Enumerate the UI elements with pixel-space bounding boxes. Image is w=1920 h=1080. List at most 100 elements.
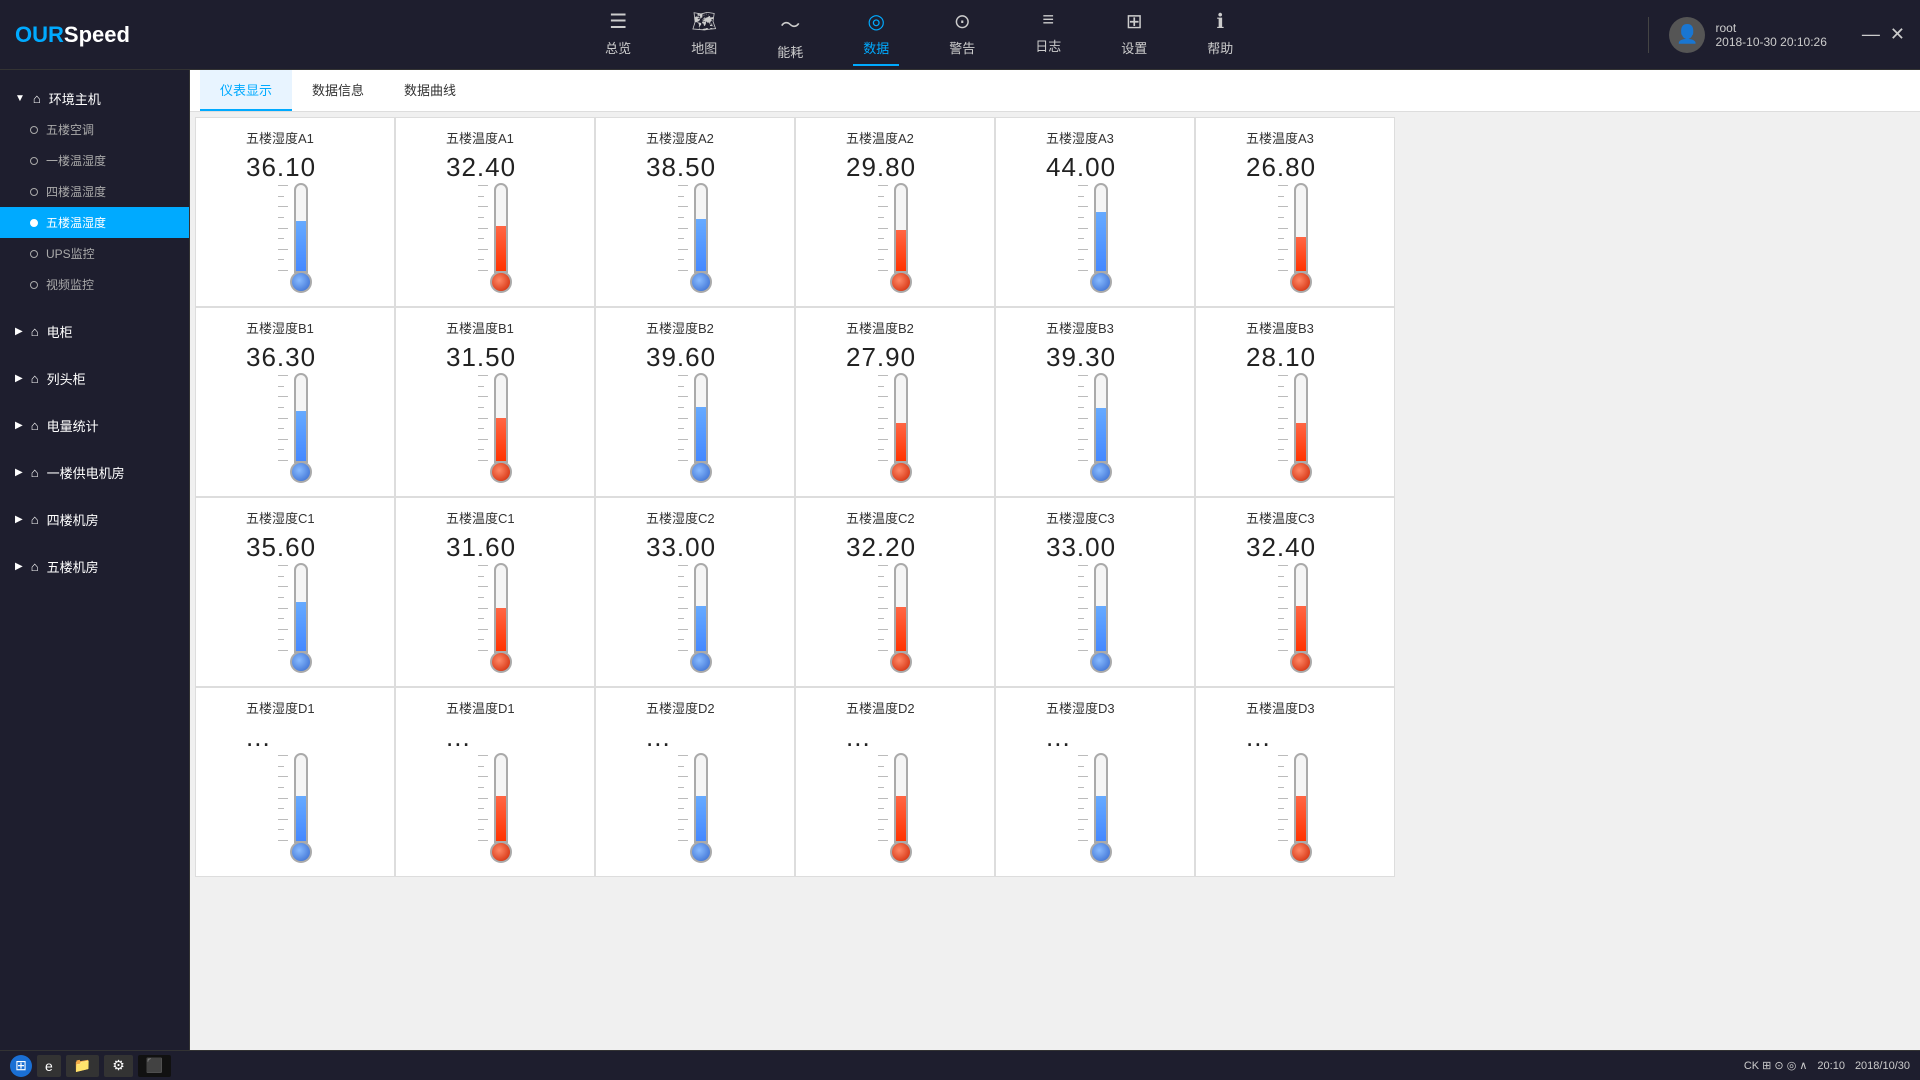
thermo-tube-0-4 [1094, 183, 1108, 273]
nav-data-label: 数据 [863, 38, 889, 57]
thermo-tube-0-2 [694, 183, 708, 273]
gauge-cell-0-0[interactable]: 五楼湿度A1 36.10 [195, 117, 395, 307]
gauge-row-1: 五楼湿度B1 36.30 [195, 307, 1915, 497]
gauge-cell-2-2[interactable]: 五楼湿度C2 33.00 [595, 497, 795, 687]
sidebar-group-5f-room-header[interactable]: ▶ ⌂ 五楼机房 [0, 551, 189, 582]
thermo-bulb-0-5 [1290, 271, 1312, 293]
thermo-tube-0-5 [1294, 183, 1308, 273]
gauge-cell-1-4[interactable]: 五楼湿度B3 39.30 [995, 307, 1195, 497]
gauge-cell-3-1[interactable]: 五楼温度D1 ... [395, 687, 595, 877]
nav-alarm[interactable]: ⊙ 警告 [939, 4, 985, 66]
alarm-icon: ⊙ [954, 9, 971, 34]
help-icon: ℹ [1216, 9, 1224, 34]
gauge-cell-1-5[interactable]: 五楼温度B3 28.10 [1195, 307, 1395, 497]
sidebar-item-temp4f[interactable]: 四楼温湿度 [0, 176, 189, 207]
nav-map[interactable]: 🗺 地图 [681, 4, 727, 66]
sidebar-item-ac5f[interactable]: 五楼空调 [0, 114, 189, 145]
dev-button[interactable]: ⚙ [104, 1055, 133, 1077]
gauge-value-3-2: ... [646, 722, 671, 753]
sidebar-item-ups[interactable]: UPS监控 [0, 238, 189, 269]
dot-icon [30, 126, 38, 134]
dot-icon [30, 219, 38, 227]
window-controls: — ✕ [1847, 24, 1920, 45]
nav-settings[interactable]: ⊞ 设置 [1111, 4, 1157, 66]
terminal-button[interactable]: ⬛ [138, 1055, 171, 1077]
gauge-cell-0-3[interactable]: 五楼温度A2 29.80 [795, 117, 995, 307]
gauge-cell-2-4[interactable]: 五楼湿度C3 33.00 [995, 497, 1195, 687]
gauge-value-0-4: 44.00 [1046, 152, 1116, 183]
gauge-row-3: 五楼湿度D1 ... [195, 687, 1915, 877]
thermo-tube-1-2 [694, 373, 708, 463]
sidebar-group-4f-room-header[interactable]: ▶ ⌂ 四楼机房 [0, 504, 189, 535]
nav-map-label: 地图 [691, 38, 717, 57]
gauge-cell-2-3[interactable]: 五楼温度C2 32.20 [795, 497, 995, 687]
nav-log[interactable]: ≡ 日志 [1025, 4, 1071, 66]
gauge-cell-1-3[interactable]: 五楼温度B2 27.90 [795, 307, 995, 497]
gauge-cell-0-2[interactable]: 五楼湿度A2 38.50 [595, 117, 795, 307]
thermo-fill-2-5 [1296, 606, 1306, 651]
sidebar-item-video[interactable]: 视频监控 [0, 269, 189, 300]
thermo-bulb-3-5 [1290, 841, 1312, 863]
thermo-fill-3-5 [1296, 796, 1306, 841]
start-button[interactable]: ⊞ [10, 1055, 32, 1077]
sidebar-group-env-host-header[interactable]: ▼ ⌂ 环境主机 [0, 83, 189, 114]
log-icon: ≡ [1042, 9, 1054, 32]
gauge-value-2-3: 32.20 [846, 532, 916, 563]
thermo-bulb-0-4 [1090, 271, 1112, 293]
sidebar-item-temp1f-label: 一楼温湿度 [46, 152, 106, 169]
ie-button[interactable]: e [37, 1055, 61, 1077]
gauge-cell-2-5[interactable]: 五楼温度C3 32.40 [1195, 497, 1395, 687]
gauge-cell-0-4[interactable]: 五楼湿度A3 44.00 [995, 117, 1195, 307]
tab-gauge[interactable]: 仪表显示 [200, 70, 292, 111]
arrow-right-icon5: ▶ [15, 514, 23, 525]
sidebar-group-1f-power-label: 一楼供电机房 [47, 463, 125, 482]
gauge-cell-1-0[interactable]: 五楼湿度B1 36.30 [195, 307, 395, 497]
gauge-cell-0-1[interactable]: 五楼温度A1 32.40 [395, 117, 595, 307]
thermo-tube-3-0 [294, 753, 308, 843]
tab-data-curve[interactable]: 数据曲线 [384, 70, 476, 111]
nav-alarm-label: 警告 [949, 38, 975, 57]
gauge-cell-0-5[interactable]: 五楼温度A3 26.80 [1195, 117, 1395, 307]
gauge-cell-3-5[interactable]: 五楼温度D3 ... [1195, 687, 1395, 877]
gauge-cell-2-0[interactable]: 五楼湿度C1 35.60 [195, 497, 395, 687]
minimize-button[interactable]: — [1862, 24, 1880, 45]
sidebar-group-power-stats-header[interactable]: ▶ ⌂ 电量统计 [0, 410, 189, 441]
dot-icon [30, 281, 38, 289]
nav-data[interactable]: ◎ 数据 [853, 4, 899, 66]
sidebar-group-1f-power-header[interactable]: ▶ ⌂ 一楼供电机房 [0, 457, 189, 488]
sidebar-item-temp1f[interactable]: 一楼温湿度 [0, 145, 189, 176]
gauge-cell-3-4[interactable]: 五楼湿度D3 ... [995, 687, 1195, 877]
nav-help[interactable]: ℹ 帮助 [1197, 4, 1243, 66]
thermometer-1-3 [890, 373, 912, 483]
tabs: 仪表显示 数据信息 数据曲线 [190, 70, 1920, 112]
sidebar-group-row-cabinet-header[interactable]: ▶ ⌂ 列头柜 [0, 363, 189, 394]
gauge-cell-1-1[interactable]: 五楼温度B1 31.50 [395, 307, 595, 497]
thermo-bulb-3-2 [690, 841, 712, 863]
thermometer-1-5 [1290, 373, 1312, 483]
thermo-tube-1-5 [1294, 373, 1308, 463]
nav-overview[interactable]: ☰ 总览 [595, 4, 641, 66]
gauge-cell-3-2[interactable]: 五楼湿度D2 ... [595, 687, 795, 877]
thermometer-2-0 [290, 563, 312, 673]
sidebar-group-row-cabinet: ▶ ⌂ 列头柜 [0, 355, 189, 402]
sidebar-group-elec-cabinet-header[interactable]: ▶ ⌂ 电柜 [0, 316, 189, 347]
gauge-cell-3-0[interactable]: 五楼湿度D1 ... [195, 687, 395, 877]
sidebar-item-temp5f[interactable]: 五楼温湿度 [0, 207, 189, 238]
thermometer-0-1 [490, 183, 512, 293]
tab-data-info[interactable]: 数据信息 [292, 70, 384, 111]
folder-button[interactable]: 📁 [66, 1055, 99, 1077]
gauge-cell-2-1[interactable]: 五楼温度C1 31.60 [395, 497, 595, 687]
content-area: 仪表显示 数据信息 数据曲线 五楼湿度A1 36.10 [190, 70, 1920, 1050]
thermo-bulb-0-1 [490, 271, 512, 293]
thermometer-0-4 [1090, 183, 1112, 293]
close-button[interactable]: ✕ [1890, 24, 1905, 45]
gauge-cell-1-2[interactable]: 五楼湿度B2 39.60 [595, 307, 795, 497]
sidebar-item-video-label: 视频监控 [46, 276, 94, 293]
gauge-title-2-0: 五楼湿度C1 [246, 508, 315, 527]
gauge-cell-3-3[interactable]: 五楼温度D2 ... [795, 687, 995, 877]
thermometer-3-3 [890, 753, 912, 863]
thermo-fill-3-1 [496, 796, 506, 841]
datetime: 2018-10-30 20:10:26 [1715, 35, 1826, 49]
gauge-title-2-2: 五楼湿度C2 [646, 508, 715, 527]
nav-energy[interactable]: 〜 能耗 [767, 4, 813, 66]
